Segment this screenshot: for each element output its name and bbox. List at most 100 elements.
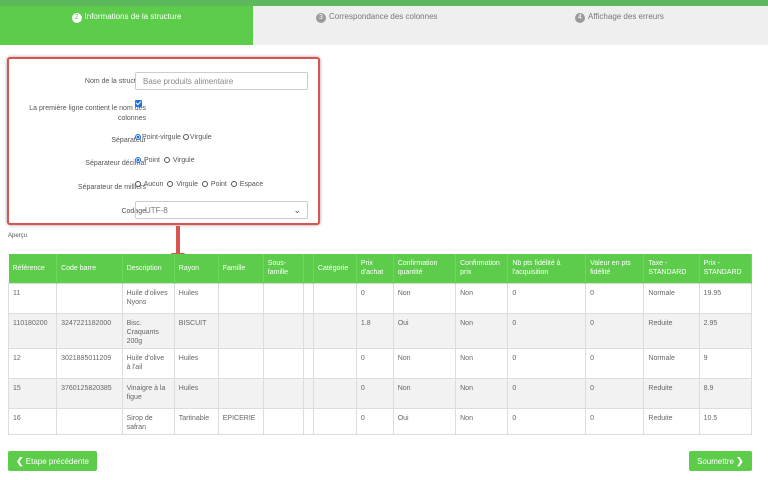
table-cell: Non — [455, 407, 509, 435]
decimal-separator-label: Séparateur décimal — [85, 160, 146, 167]
col-header: Confirmation prix — [455, 254, 509, 283]
table-cell: EPICERIE — [217, 407, 264, 435]
table-cell — [56, 407, 123, 435]
table-cell: Reduite — [643, 407, 700, 435]
structure-name-label: Nom de la structure — [84, 78, 146, 85]
thousands-space-radio[interactable] — [230, 181, 237, 187]
table-cell: 3247221182000 — [56, 312, 123, 349]
decimal-point-radio[interactable] — [135, 157, 141, 163]
table-cell: 0 — [585, 377, 645, 409]
separator-comma-radio[interactable] — [182, 134, 189, 140]
table-cell: 0 — [585, 312, 645, 349]
table-cell — [217, 347, 264, 379]
previous-step-button[interactable]: ❮ Etape précédente — [8, 451, 97, 471]
step-label: Correspondance des colonnes — [329, 12, 438, 21]
thousands-options: Aucun Virgule Point Espace — [135, 181, 265, 188]
col-header: Code barre — [56, 254, 123, 283]
table-cell — [262, 312, 304, 349]
table-cell: 2.95 — [698, 312, 753, 349]
table-cell: Non — [455, 282, 509, 314]
table-cell: 16 — [7, 407, 58, 435]
col-header: Référence — [8, 254, 58, 283]
table-cell: BISCUIT — [173, 312, 219, 349]
preview-label: Aperçu — [8, 233, 28, 239]
table-cell: 0 — [507, 377, 587, 409]
table-cell — [312, 377, 357, 409]
separator-semicolon-label: Point-virgule — [142, 134, 181, 141]
table-cell: Huiles — [173, 282, 219, 314]
table-cell: 15 — [7, 377, 58, 409]
col-header: Nb pts fidélité à l'acquisition — [507, 254, 587, 283]
step-informations[interactable]: 2 Informations de la structure — [0, 6, 253, 45]
table-cell: 0 — [355, 407, 394, 435]
row-separator: Séparateur Point-virgule Virgule — [9, 133, 318, 145]
table-cell: Normale — [643, 282, 700, 314]
table-row: 12 3021885011209 Huile d'olive à l'ail Huil… — [7, 347, 753, 379]
separator-options: Point-virgule Virgule — [135, 134, 214, 141]
table-cell — [262, 347, 304, 379]
table-cell: Reduite — [643, 312, 700, 349]
encoding-value: UTF-8 — [145, 206, 168, 215]
col-header: Famille — [218, 254, 264, 283]
thousands-comma-radio[interactable] — [167, 181, 174, 187]
col-header: Prix - STANDARD — [699, 254, 753, 283]
step-erreurs[interactable]: 4 Affichage des erreurs — [575, 6, 664, 45]
table-cell — [312, 282, 357, 314]
chevron-right-icon: ❯ — [736, 456, 744, 466]
separator-comma-label: Virgule — [189, 134, 212, 141]
table-cell: 3021885011209 — [56, 347, 123, 379]
thousands-none-radio[interactable] — [135, 181, 141, 187]
submit-button[interactable]: Soumettre ❯ — [689, 451, 752, 471]
table-cell: Huiles — [173, 377, 219, 409]
table-cell: Bisc. Craquants 200g — [121, 312, 175, 349]
table-cell: 0 — [507, 312, 587, 349]
table-cell: 8.9 — [698, 377, 753, 409]
table-cell: 0 — [355, 377, 394, 409]
row-thousands-separator: Séparateur de milliers Aucun Virgule Poi… — [9, 180, 318, 192]
header-line-label: La première ligne contient le nom des co… — [29, 105, 146, 122]
separator-semicolon-radio[interactable] — [135, 134, 141, 140]
thousands-separator-label: Séparateur de milliers — [77, 184, 146, 191]
col-header: Description — [122, 254, 175, 283]
table-cell: Tartinable — [173, 407, 219, 435]
encoding-select[interactable]: UTF-8 ⌄ — [135, 201, 308, 219]
thousands-none-label: Aucun — [143, 181, 164, 188]
table-cell: Non — [455, 347, 509, 379]
decimal-comma-radio[interactable] — [163, 157, 170, 163]
thousands-space-label: Espace — [239, 181, 264, 188]
row-header-line: La première ligne contient le nom des co… — [9, 100, 318, 124]
table-cell — [302, 407, 314, 435]
table-cell: Reduite — [643, 377, 700, 409]
annotation-arrow-icon — [176, 226, 180, 256]
table-cell: 12 — [7, 347, 58, 379]
step-correspondance[interactable]: 3 Correspondance des colonnes — [316, 6, 438, 45]
encoding-label: Codage — [121, 208, 146, 215]
table-cell — [312, 312, 357, 349]
table-cell: Vinaigre à la figue — [121, 377, 175, 409]
thousands-point-radio[interactable] — [201, 181, 208, 187]
col-header: Valeur en pts fidélité — [585, 254, 645, 283]
thousands-comma-label: Virgule — [176, 181, 198, 188]
submit-label: Soumettre — [697, 457, 734, 466]
table-cell — [56, 282, 123, 314]
structure-name-input[interactable] — [135, 72, 308, 90]
table-cell — [302, 282, 314, 314]
header-line-checkbox[interactable] — [135, 100, 142, 109]
table-cell — [302, 347, 314, 379]
table-cell — [302, 377, 314, 409]
table-cell: Sirop de safran — [121, 407, 175, 435]
table-cell: Non — [392, 377, 457, 409]
table-cell — [312, 347, 357, 379]
chevron-left-icon: ❮ — [16, 456, 24, 466]
table-cell — [262, 282, 304, 314]
wizard-steps: 2 Informations de la structure 3 Correspon… — [0, 6, 768, 45]
table-cell: Normale — [643, 347, 700, 379]
step-label: Affichage des erreurs — [588, 12, 664, 21]
table-cell: 110180200 — [7, 312, 58, 349]
step-number: 2 — [71, 13, 82, 23]
table-cell: Oui — [392, 407, 457, 435]
decimal-options: Point Virgule — [135, 157, 197, 164]
table-cell: 0 — [355, 347, 394, 379]
table-cell: 3760125820385 — [56, 377, 123, 409]
table-cell: 0 — [585, 407, 645, 435]
